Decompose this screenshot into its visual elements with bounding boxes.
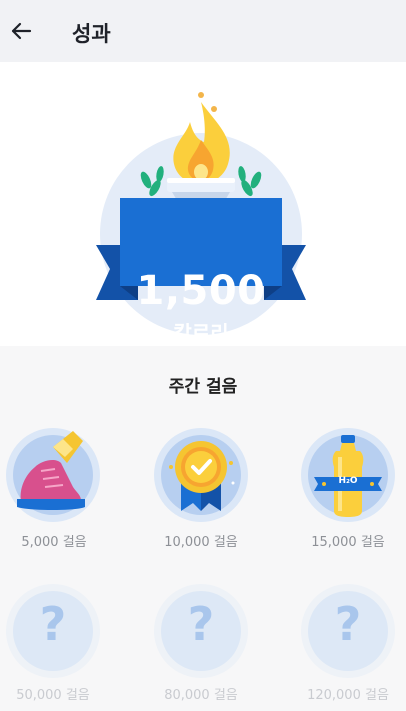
sparkle-dot-1 [198, 92, 204, 98]
medal-icon [154, 428, 248, 522]
sneaker-icon [6, 428, 100, 522]
hero-achievement: 1,500 칼로리 [0, 62, 406, 346]
badge-50000-steps-locked[interactable]: ? [5, 583, 101, 679]
badge-5000-steps[interactable] [5, 427, 101, 523]
question-icon: ? [187, 597, 215, 651]
badge-80000-steps-locked[interactable]: ? [153, 583, 249, 679]
badge-label: 15,000 걸음 [311, 535, 385, 550]
badge-label: 80,000 걸음 [164, 688, 238, 703]
hero-value: 1,500 [136, 268, 266, 314]
sparkle-dot-2 [211, 106, 217, 112]
bottle-label-text: H₂O [338, 476, 358, 486]
app-bar: 성과 [0, 0, 406, 62]
badge-label: 10,000 걸음 [164, 535, 238, 550]
badge-15000-steps[interactable]: H₂O [300, 427, 396, 523]
arrow-left-icon [11, 22, 32, 40]
badge-10000-steps[interactable] [153, 427, 249, 523]
back-button[interactable] [6, 16, 36, 46]
question-icon: ? [39, 597, 67, 651]
badge-label: 50,000 걸음 [16, 688, 90, 703]
water-bottle-icon [301, 428, 395, 522]
badge-label: 5,000 걸음 [21, 535, 87, 550]
badge-120000-steps-locked[interactable]: ? [300, 583, 396, 679]
section-title: 주간 걸음 [168, 377, 238, 397]
badge-label: 120,000 걸음 [307, 688, 389, 703]
page-title: 성과 [72, 22, 111, 46]
flame-icon [173, 102, 230, 184]
hero-unit: 칼로리 [173, 321, 229, 345]
question-icon: ? [334, 597, 362, 651]
